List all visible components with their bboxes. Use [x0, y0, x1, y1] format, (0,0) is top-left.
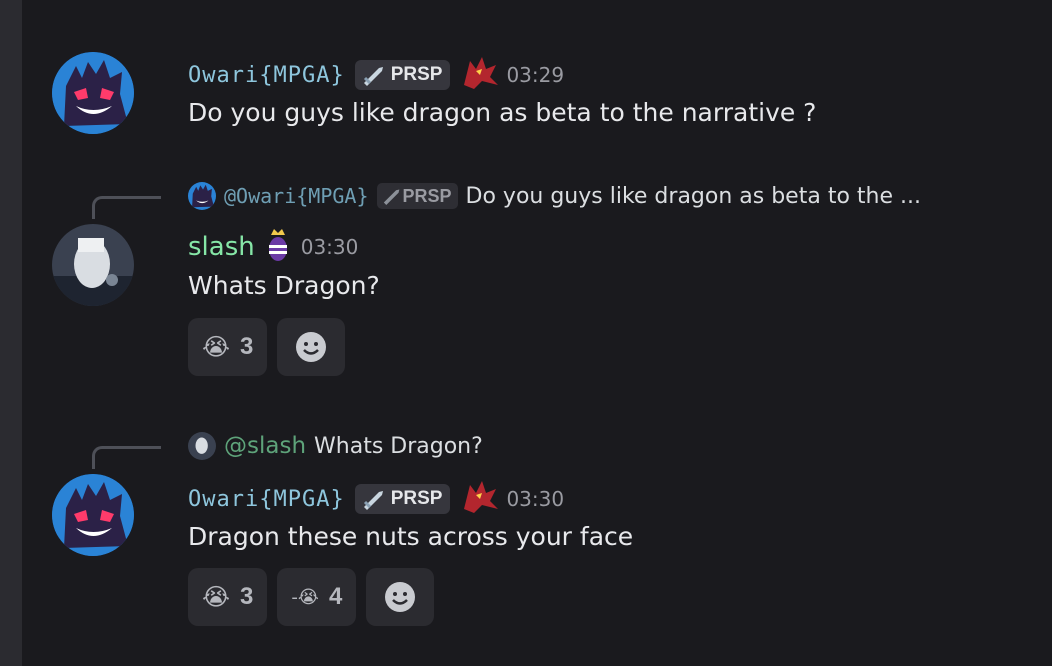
reaction-button[interactable]: -😭 4 [277, 568, 357, 626]
author-line: Owari{MPGA} PRSP 03:29 [188, 55, 564, 95]
author-line: Owari{MPGA} PRSP 03:30 [188, 479, 564, 519]
reaction-count: 3 [240, 333, 254, 360]
wolf-role-icon [460, 479, 500, 519]
loudly-crying-face-icon: 😭 [202, 333, 231, 361]
timestamp[interactable]: 03:30 [301, 235, 359, 259]
reply-spine [92, 196, 161, 219]
channel-sidebar-edge [0, 0, 22, 666]
sword-icon [363, 67, 383, 86]
timestamp[interactable]: 03:30 [506, 487, 564, 511]
server-tag[interactable]: PRSP [354, 60, 451, 90]
timestamp[interactable]: 03:29 [506, 63, 564, 87]
message-content: Dragon these nuts across your face [188, 522, 634, 551]
reply-excerpt: Do you guys like dragon as beta to the .… [465, 183, 921, 209]
avatar-gengar[interactable] [52, 474, 134, 556]
avatar-gengar-small [188, 182, 216, 210]
sword-icon [383, 189, 399, 205]
message-content: Do you guys like dragon as beta to the n… [188, 98, 817, 127]
add-reaction-button[interactable] [366, 568, 435, 626]
reply-preview[interactable]: @Owari{MPGA} PRSP Do you guys like drago… [188, 182, 921, 210]
reply-excerpt: Whats Dragon? [314, 433, 483, 459]
message-content: Whats Dragon? [188, 271, 380, 300]
chat-log: Owari{MPGA} PRSP 03:29 Do you guys like … [22, 0, 1052, 666]
server-tag: PRSP [376, 183, 458, 209]
avatar-gengar[interactable] [52, 52, 134, 134]
custom-crying-emoji-icon: -😭 [291, 586, 319, 608]
reply-mention[interactable]: @slash [224, 433, 306, 459]
smiley-icon [385, 582, 416, 612]
reaction-bar: 😭 3 [188, 318, 346, 376]
smiley-icon [296, 332, 327, 362]
reaction-count: 3 [240, 583, 254, 610]
avatar-slash[interactable] [52, 224, 134, 306]
reaction-bar: 😭 3 -😭 4 [188, 568, 435, 626]
add-reaction-button[interactable] [277, 318, 346, 376]
reply-mention[interactable]: @Owari{MPGA} [224, 184, 369, 208]
author-name[interactable]: Owari{MPGA} [188, 63, 345, 88]
author-name[interactable]: Owari{MPGA} [188, 487, 345, 512]
reply-preview[interactable]: @slash Whats Dragon? [188, 432, 483, 460]
crown-role-icon [265, 227, 291, 267]
author-line: slash 03:30 [188, 227, 358, 267]
reaction-count: 4 [328, 583, 343, 610]
reply-spine [92, 446, 161, 469]
author-name[interactable]: slash [188, 232, 255, 262]
loudly-crying-face-icon: 😭 [202, 583, 231, 611]
sword-icon [363, 491, 383, 510]
wolf-role-icon [460, 55, 500, 95]
server-tag[interactable]: PRSP [354, 484, 451, 514]
reaction-button[interactable]: 😭 3 [188, 568, 268, 626]
avatar-slash-small [188, 432, 216, 460]
reaction-button[interactable]: 😭 3 [188, 318, 268, 376]
